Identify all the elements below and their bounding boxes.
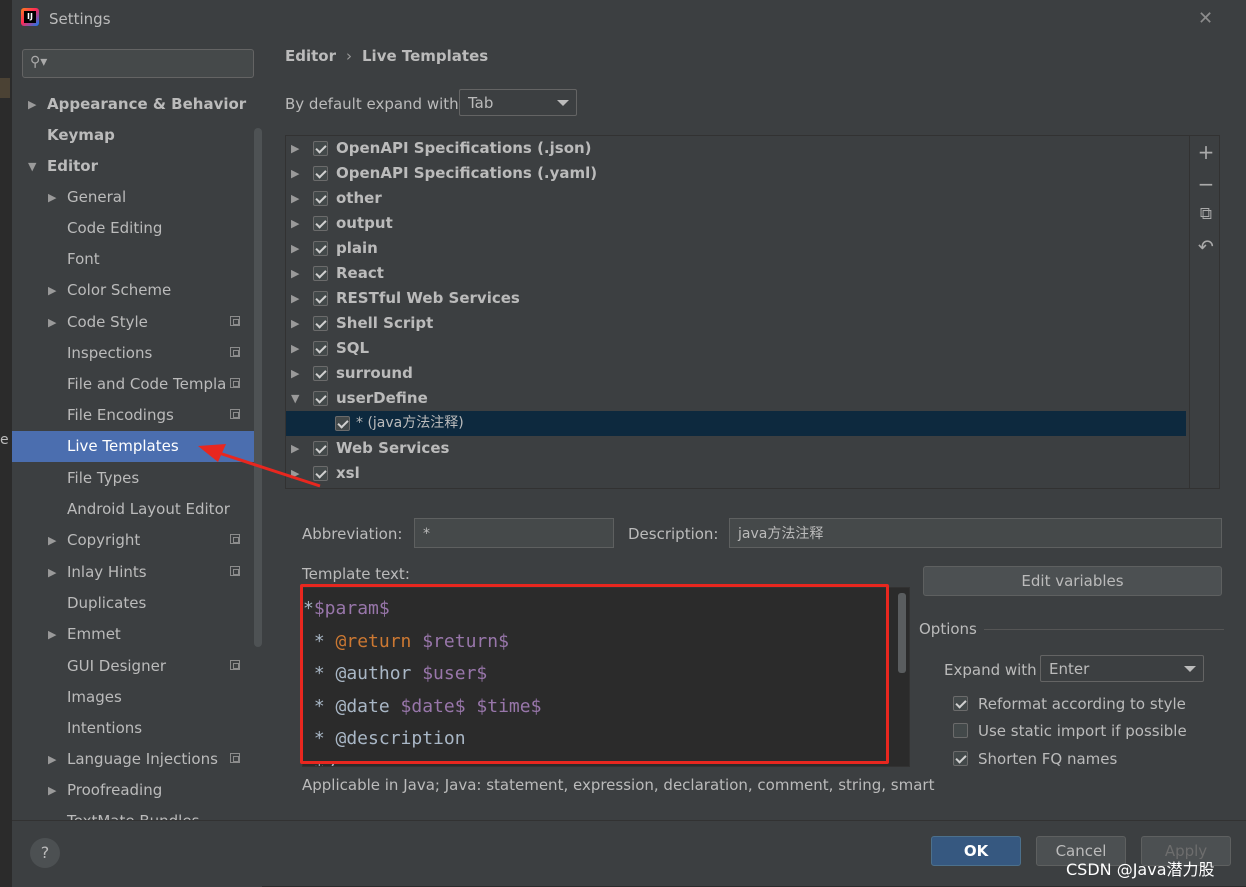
- annotation-arrow: [198, 444, 321, 488]
- watermark: CSDN @Java潜力股: [1066, 860, 1215, 879]
